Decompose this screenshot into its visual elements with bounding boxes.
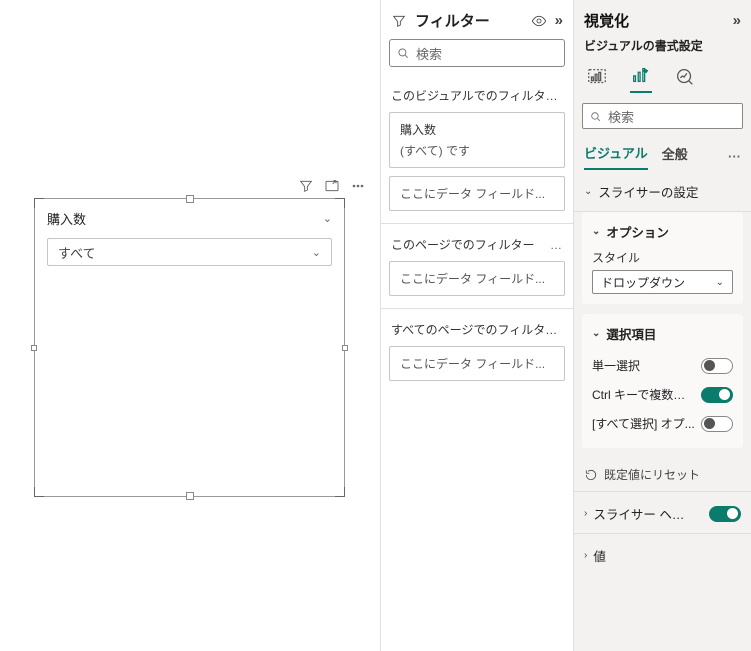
format-tabbar: ビジュアル 全般 ··· bbox=[574, 137, 751, 170]
analytics-icon[interactable] bbox=[674, 66, 696, 91]
filter-dropzone-visual[interactable]: ここにデータ フィールド... bbox=[389, 176, 565, 211]
filters-on-this-page-label: このページでのフィルター … bbox=[381, 224, 573, 261]
eye-icon[interactable] bbox=[531, 13, 547, 29]
slicer-selected-value: すべて bbox=[58, 243, 96, 262]
slicer-dropdown[interactable]: すべて ⌄ bbox=[47, 238, 332, 266]
format-subtitle: ビジュアルの書式設定 bbox=[574, 35, 751, 60]
visual-toolbar bbox=[298, 178, 366, 197]
focus-mode-icon[interactable] bbox=[324, 178, 340, 197]
collapse-pane-icon[interactable]: » bbox=[555, 12, 563, 29]
filter-dropzone-page[interactable]: ここにデータ フィールド... bbox=[389, 261, 565, 296]
search-placeholder: 検索 bbox=[416, 44, 442, 63]
build-visual-icon[interactable] bbox=[586, 66, 608, 91]
filters-pane: フィルター » 検索 このビジュアルでのフィルター… 購入数 (すべて) です … bbox=[380, 0, 574, 651]
chevron-down-icon[interactable]: ⌄ bbox=[323, 212, 332, 225]
selection-subhead[interactable]: ⌄ 選択項目 bbox=[592, 324, 733, 343]
chevron-right-icon: › bbox=[584, 508, 587, 519]
select-all-label: [すべて選択] オプ... bbox=[592, 415, 701, 432]
filters-on-this-visual-label: このビジュアルでのフィルター… bbox=[381, 75, 573, 112]
visualizations-pane: 視覚化 » ビジュアルの書式設定 検索 ビジュアル 全般 ··· bbox=[574, 0, 751, 651]
filter-icon bbox=[391, 13, 407, 29]
filter-field-name: 購入数 bbox=[400, 121, 554, 138]
single-select-label: 単一選択 bbox=[592, 357, 646, 374]
selection-card: ⌄ 選択項目 単一選択 Ctrl キーで複数選択 [すべて選択] オプ... bbox=[582, 314, 743, 448]
more-options-icon[interactable]: … bbox=[550, 238, 563, 252]
single-select-toggle[interactable] bbox=[701, 358, 733, 374]
more-options-icon[interactable] bbox=[350, 178, 366, 197]
chevron-down-icon: ⌄ bbox=[716, 277, 724, 288]
tab-general[interactable]: 全般 bbox=[662, 144, 688, 169]
multi-ctrl-label: Ctrl キーで複数選択 bbox=[592, 386, 701, 403]
style-label: スタイル bbox=[592, 249, 733, 266]
slicer-title: 購入数 bbox=[47, 209, 86, 228]
search-placeholder: 検索 bbox=[608, 107, 634, 126]
value-group[interactable]: › 値 bbox=[574, 534, 751, 575]
format-search-input[interactable]: 検索 bbox=[582, 103, 743, 129]
chevron-down-icon: ⌄ bbox=[592, 226, 600, 237]
collapse-pane-icon[interactable]: » bbox=[733, 12, 741, 29]
tab-visual[interactable]: ビジュアル bbox=[584, 143, 648, 170]
reset-to-default[interactable]: 既定値にリセット bbox=[574, 458, 751, 491]
filters-search-input[interactable]: 検索 bbox=[389, 39, 565, 67]
search-icon bbox=[396, 46, 410, 60]
chevron-down-icon: ⌄ bbox=[584, 186, 592, 197]
options-subhead[interactable]: ⌄ オプション bbox=[592, 222, 733, 241]
style-value: ドロップダウン bbox=[601, 274, 685, 291]
filters-on-all-pages-label: すべてのページでのフィルター… bbox=[381, 309, 573, 346]
more-options-icon[interactable]: ··· bbox=[728, 149, 741, 164]
select-all-toggle[interactable] bbox=[701, 416, 733, 432]
chevron-down-icon: ⌄ bbox=[312, 246, 321, 259]
report-canvas[interactable]: 購入数 ⌄ すべて ⌄ bbox=[0, 0, 380, 651]
filter-dropzone-all-pages[interactable]: ここにデータ フィールド... bbox=[389, 346, 565, 381]
slicer-header-group[interactable]: › スライサー ヘッ... bbox=[574, 491, 751, 534]
slicer-header-toggle[interactable] bbox=[709, 506, 741, 522]
style-select[interactable]: ドロップダウン ⌄ bbox=[592, 270, 733, 294]
filter-card[interactable]: 購入数 (すべて) です bbox=[389, 112, 565, 168]
search-icon bbox=[589, 110, 602, 123]
format-visual-icon[interactable] bbox=[630, 64, 652, 93]
filters-pane-header: フィルター » bbox=[381, 0, 573, 39]
filters-title: フィルター bbox=[415, 10, 490, 31]
chevron-right-icon: › bbox=[584, 550, 587, 561]
filter-state: (すべて) です bbox=[400, 142, 554, 159]
options-card: ⌄ オプション スタイル ドロップダウン ⌄ bbox=[582, 212, 743, 304]
reset-icon bbox=[584, 468, 598, 482]
slicer-visual[interactable]: 購入数 ⌄ すべて ⌄ bbox=[34, 198, 345, 497]
chevron-down-icon: ⌄ bbox=[592, 328, 600, 339]
multi-ctrl-toggle[interactable] bbox=[701, 387, 733, 403]
filter-icon[interactable] bbox=[298, 178, 314, 197]
slicer-header[interactable]: 購入数 ⌄ bbox=[35, 199, 344, 232]
visualizations-title: 視覚化 bbox=[584, 10, 629, 31]
pane-mode-switcher bbox=[574, 60, 751, 103]
slicer-settings-group[interactable]: ⌄ スライサーの設定 bbox=[574, 170, 751, 212]
